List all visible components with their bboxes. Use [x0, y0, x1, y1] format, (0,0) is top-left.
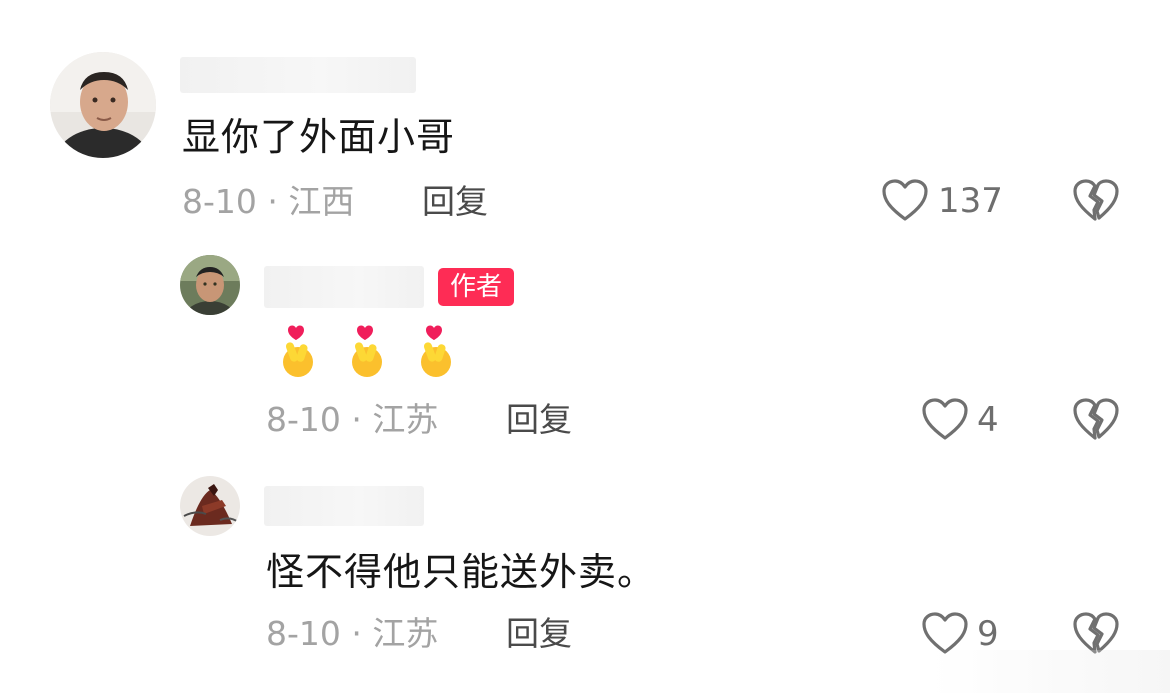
username-redacted: [180, 57, 416, 93]
like-count: 9: [977, 614, 999, 654]
like-button[interactable]: [880, 177, 930, 227]
reply-button[interactable]: 回复: [422, 185, 488, 218]
finger-heart-emoji-3: [414, 322, 478, 387]
like-count: 137: [938, 181, 1003, 221]
finger-heart-emoji-2: [345, 322, 409, 387]
username-redacted: [264, 486, 424, 526]
avatar[interactable]: [180, 255, 240, 315]
like-button[interactable]: [920, 396, 970, 446]
comment-text: 显你了外面小哥: [182, 115, 456, 159]
emoji-comment: [276, 322, 478, 387]
comment-meta: 8-10 · 江西: [182, 182, 355, 221]
avatar[interactable]: [50, 52, 156, 158]
heart-outline-icon: [922, 398, 968, 440]
comment-meta: 8-10 · 江苏: [266, 400, 439, 439]
username-redacted: [264, 266, 424, 308]
reply-button[interactable]: 回复: [506, 617, 572, 650]
dislike-button[interactable]: [1072, 177, 1120, 227]
comment-text: 怪不得他只能送外卖。: [266, 550, 657, 594]
reply-button[interactable]: 回复: [506, 403, 572, 436]
avatar[interactable]: [180, 476, 240, 536]
like-count: 4: [977, 400, 999, 440]
finger-heart-emoji-1: [276, 322, 340, 387]
broken-heart-icon: [1073, 398, 1119, 440]
author-badge: 作者: [438, 268, 515, 306]
heart-outline-icon: [882, 179, 928, 221]
watermark: [930, 650, 1170, 693]
dislike-button[interactable]: [1072, 396, 1120, 446]
comment-meta: 8-10 · 江苏: [266, 614, 439, 653]
broken-heart-icon: [1073, 179, 1119, 221]
